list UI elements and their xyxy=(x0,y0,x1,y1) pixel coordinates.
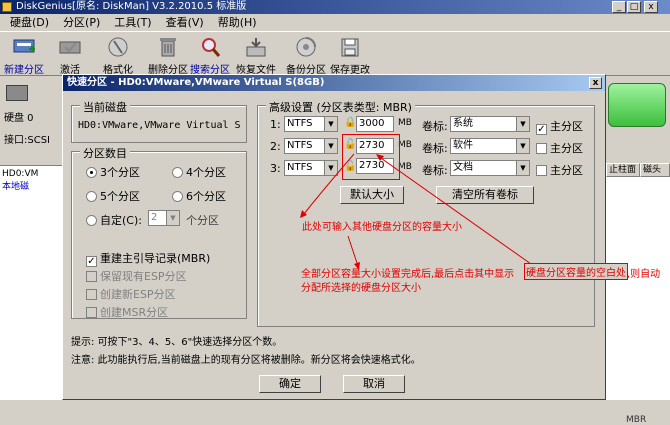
radio-dot xyxy=(86,191,97,202)
dialog-title: 快速分区 - HD0:VMware,VMware Virtual S(8GB) xyxy=(63,75,605,91)
radio-4-label: 4个分区 xyxy=(186,166,226,179)
radio-dot xyxy=(86,215,97,226)
check-icon: ✓ xyxy=(86,256,97,267)
checkbox-box xyxy=(86,307,97,318)
annotation-arrows xyxy=(300,153,549,277)
dialog-close-button[interactable]: x xyxy=(589,77,602,89)
rebuild-mbr-checkbox[interactable]: ✓ 重建主引导记录(MBR) xyxy=(86,250,210,267)
annotation-note-2c: 分配所选择的硬盘分区大小 xyxy=(301,283,421,294)
column-end-cylinder[interactable]: 止柱面 xyxy=(606,163,640,177)
annotation-note-2b: ,则自动 xyxy=(627,269,661,280)
radio-dot xyxy=(86,167,97,178)
radio-dot xyxy=(172,191,183,202)
save-changes-icon xyxy=(341,38,359,57)
annotation-note-2a: 全部分区容量大小设置完成后,最后点击其中显示 xyxy=(301,269,515,280)
new-partition-button[interactable]: 新建分区 xyxy=(2,34,46,76)
create-esp-label: 创建新ESP分区 xyxy=(100,288,176,301)
menu-disk[interactable]: 硬盘(D) xyxy=(10,16,49,29)
activate-icon xyxy=(59,41,81,54)
hard-disk-icon xyxy=(6,85,28,101)
maximize-button[interactable]: □ xyxy=(627,1,641,13)
disk-info-panel: 硬盘 0 接口:SCSI HD0:VM 本地磁 xyxy=(0,77,62,400)
format-icon xyxy=(108,37,128,57)
partition-map-panel: 止柱面 磁头 MBR xyxy=(606,77,670,425)
create-msr-checkbox[interactable]: 创建MSR分区 xyxy=(86,304,168,320)
search-partition-icon xyxy=(202,38,221,57)
disk-tree[interactable]: HD0:VM 本地磁 xyxy=(0,165,62,400)
custom-count-suffix: 个分区 xyxy=(186,214,219,227)
radio-3-partitions[interactable]: 3个分区 xyxy=(86,164,140,180)
toolbar: 新建分区 激活 格式化 删除分区 搜索分区 恢复文件 备份分区 保存更改 xyxy=(0,31,670,76)
activate-button[interactable]: 激活 xyxy=(48,34,92,76)
mbr-text: MBR xyxy=(626,415,647,425)
custom-count-select[interactable]: 2 ▼ xyxy=(148,210,180,226)
hint-text: 提示: 可按下"3、4、5、6"快速选择分区个数。 xyxy=(71,337,283,348)
app-titlebar: DiskGenius[原名: DiskMan] V3.2.2010.5 标准版 … xyxy=(0,0,670,14)
chevron-down-icon[interactable]: ▼ xyxy=(166,211,179,225)
search-partition-button[interactable]: 搜索分区 xyxy=(188,34,232,76)
checkbox-box xyxy=(86,271,97,282)
disk-interface: 接口:SCSI xyxy=(4,135,50,146)
keep-esp-checkbox[interactable]: 保留现有ESP分区 xyxy=(86,268,187,284)
close-button[interactable]: x xyxy=(644,1,658,13)
radio-5-partitions[interactable]: 5个分区 xyxy=(86,188,140,204)
rebuild-mbr-label: 重建主引导记录(MBR) xyxy=(100,252,211,265)
radio-custom[interactable]: 自定(C): xyxy=(86,212,142,228)
new-partition-icon xyxy=(13,39,35,53)
current-disk-legend: 当前磁盘 xyxy=(80,99,130,115)
radio-6-partitions[interactable]: 6个分区 xyxy=(172,188,226,204)
menu-bar: 硬盘(D) 分区(P) 工具(T) 查看(V) 帮助(H) xyxy=(0,14,670,31)
column-head[interactable]: 磁头 xyxy=(640,163,670,177)
format-button[interactable]: 格式化 xyxy=(96,34,140,76)
recover-file-icon xyxy=(246,38,266,57)
current-disk-group: 当前磁盘 HD0:VMware,VMware Virtual S xyxy=(71,99,247,143)
tree-item-hd0[interactable]: HD0:VM xyxy=(0,169,62,179)
annotation-note-2-box: 硬盘分区容量的空白处 xyxy=(524,263,628,280)
delete-partition-icon xyxy=(160,38,176,57)
radio-custom-label: 自定(C): xyxy=(100,214,142,227)
quick-partition-dialog: 快速分区 - HD0:VMware,VMware Virtual S(8GB) … xyxy=(62,74,660,400)
tree-item-local-disk[interactable]: 本地磁 xyxy=(0,179,62,192)
annotation-note-1: 此处可输入其他硬盘分区的容量大小 xyxy=(302,222,462,233)
radio-6-label: 6个分区 xyxy=(186,190,226,203)
ok-button[interactable]: 确定 xyxy=(259,375,321,393)
delete-partition-button[interactable]: 删除分区 xyxy=(146,34,190,76)
partition-list[interactable]: 止柱面 磁头 MBR xyxy=(606,163,670,425)
disk-label: 硬盘 0 xyxy=(4,113,34,124)
custom-count-value: 2 xyxy=(151,212,158,223)
checkbox-box xyxy=(86,289,97,300)
menu-view[interactable]: 查看(V) xyxy=(166,16,204,29)
menu-help[interactable]: 帮助(H) xyxy=(218,16,257,29)
menu-partition[interactable]: 分区(P) xyxy=(63,16,100,29)
partition-count-legend: 分区数目 xyxy=(80,145,130,161)
partition-count-group: 分区数目 3个分区 4个分区 5个分区 6个分区 自定(C): 2 ▼ 个分区 ✓… xyxy=(71,145,247,320)
app-icon xyxy=(2,2,12,12)
app-title: DiskGenius[原名: DiskMan] V3.2.2010.5 标准版 xyxy=(16,1,247,12)
minimize-button[interactable]: _ xyxy=(612,1,626,13)
create-esp-checkbox[interactable]: 创建新ESP分区 xyxy=(86,286,176,302)
radio-4-partitions[interactable]: 4个分区 xyxy=(172,164,226,180)
backup-partition-icon xyxy=(296,37,316,57)
backup-partition-button[interactable]: 备份分区 xyxy=(284,34,328,76)
create-msr-label: 创建MSR分区 xyxy=(100,306,169,319)
warning-text: 注意: 此功能执行后,当前磁盘上的现有分区将被删除。新分区将会快速格式化。 xyxy=(71,355,421,366)
recover-file-button[interactable]: 恢复文件 xyxy=(234,34,278,76)
partition-bar[interactable] xyxy=(608,83,666,127)
radio-dot xyxy=(172,167,183,178)
radio-5-label: 5个分区 xyxy=(100,190,140,203)
radio-3-label: 3个分区 xyxy=(100,166,140,179)
current-disk-value: HD0:VMware,VMware Virtual S xyxy=(78,120,241,131)
menu-tools[interactable]: 工具(T) xyxy=(114,16,151,29)
keep-esp-label: 保留现有ESP分区 xyxy=(100,270,187,283)
save-changes-button[interactable]: 保存更改 xyxy=(328,34,372,76)
cancel-button[interactable]: 取消 xyxy=(343,375,405,393)
